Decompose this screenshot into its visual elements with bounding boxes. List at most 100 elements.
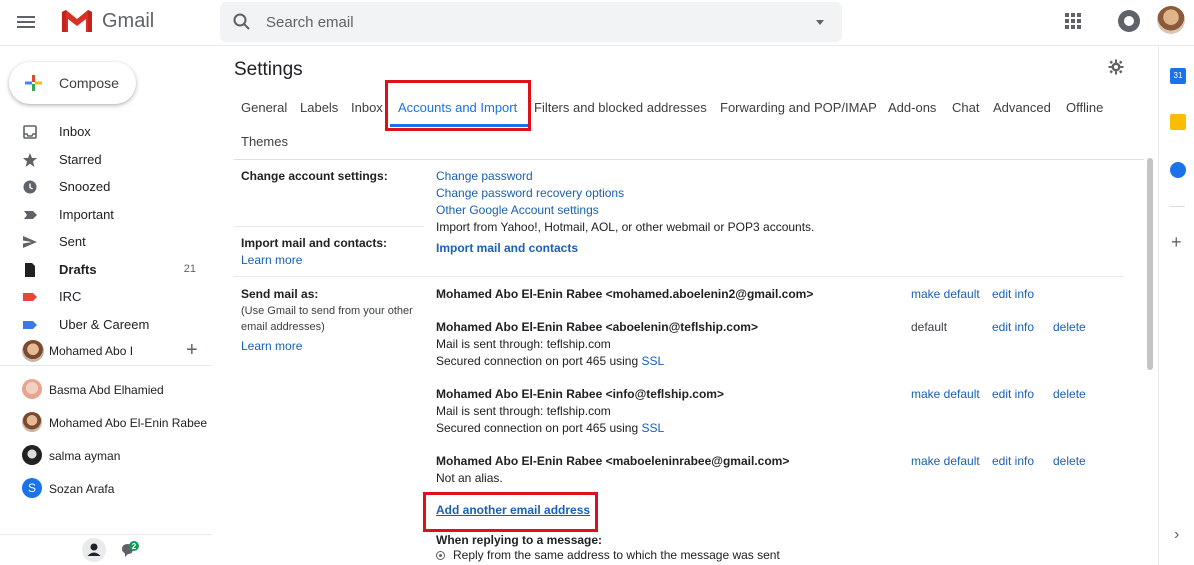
delete-link[interactable]: delete — [1053, 454, 1086, 468]
change-password-link[interactable]: Change password — [436, 169, 533, 183]
compose-plus-icon — [23, 73, 43, 98]
gmail-logo[interactable]: Gmail — [60, 8, 154, 34]
tab-forwarding[interactable]: Forwarding and POP/IMAP — [720, 100, 877, 115]
tab-general[interactable]: General — [241, 100, 287, 115]
label-red-icon — [23, 293, 37, 301]
tab-themes[interactable]: Themes — [241, 134, 288, 149]
hangouts-user-name: Mohamed Abo I — [49, 344, 134, 358]
sidebar-item-label: Drafts — [59, 261, 97, 277]
contact-name: salma ayman — [49, 449, 121, 463]
clock-icon — [23, 180, 37, 194]
chevron-right-icon[interactable]: › — [1174, 526, 1179, 544]
get-add-ons-plus-icon[interactable]: + — [1171, 232, 1182, 253]
highlight-accounts-tab — [385, 80, 531, 131]
chat-badge: 2 — [132, 542, 137, 551]
alias-security-text: Secured connection on port 465 using — [436, 354, 642, 368]
make-default-link[interactable]: make default — [911, 287, 980, 301]
divider — [234, 226, 424, 227]
avatar — [22, 412, 42, 432]
calendar-icon[interactable]: 31 — [1170, 68, 1186, 84]
change-recovery-link[interactable]: Change password recovery options — [436, 186, 624, 200]
send-mail-learn-more-link[interactable]: Learn more — [241, 339, 302, 353]
import-mail-button[interactable]: Import mail and contacts — [436, 241, 578, 255]
reply-same-address-radio[interactable] — [436, 551, 445, 560]
avatar — [22, 445, 42, 465]
alias-server: Mail is sent through: teflship.com — [436, 404, 611, 418]
side-panel: 31 + › — [1158, 46, 1194, 565]
main-menu-icon[interactable] — [14, 10, 38, 34]
edit-info-link[interactable]: edit info — [992, 320, 1034, 334]
list-item[interactable]: S Sozan Arafa — [0, 473, 212, 506]
avatar — [22, 379, 42, 399]
tab-chat[interactable]: Chat — [952, 100, 979, 115]
account-avatar[interactable] — [1157, 6, 1185, 34]
send-mail-as-description: (Use Gmail to send from your other email… — [241, 305, 413, 333]
sidebar-item-label: Uber & Careem — [59, 316, 150, 332]
import-note: Import from Yahoo!, Hotmail, AOL, or oth… — [436, 220, 815, 234]
folder-list: Inbox Starred Snoozed Important Sent Dra… — [0, 118, 212, 338]
avatar — [22, 340, 44, 362]
list-item[interactable]: salma ayman — [0, 440, 212, 473]
ssl-link[interactable]: SSL — [641, 354, 664, 368]
reply-heading: When replying to a message: — [436, 533, 603, 547]
tab-add-ons[interactable]: Add-ons — [888, 100, 936, 115]
alias-note: Not an alias. — [436, 471, 503, 485]
make-default-link[interactable]: make default — [911, 454, 980, 468]
gear-icon[interactable] — [1108, 59, 1124, 80]
sidebar-item-drafts[interactable]: Drafts 21 — [0, 256, 212, 284]
sidebar-item-starred[interactable]: Starred — [0, 146, 212, 174]
sidebar-item-irc[interactable]: IRC — [0, 283, 212, 311]
tabs-divider — [234, 159, 1144, 160]
delete-link[interactable]: delete — [1053, 387, 1086, 401]
sidebar-item-label: Sent — [59, 234, 86, 250]
ssl-link[interactable]: SSL — [641, 421, 664, 435]
sidebar-item-uber-careem[interactable]: Uber & Careem — [0, 311, 212, 339]
google-account-link[interactable]: Other Google Account settings — [436, 203, 599, 217]
tab-labels[interactable]: Labels — [300, 100, 338, 115]
contact-name: Mohamed Abo El-Enin Rabee — [49, 416, 208, 430]
tab-filters[interactable]: Filters and blocked addresses — [534, 100, 707, 115]
inbox-icon — [23, 125, 37, 139]
sidebar-item-label: Starred — [59, 151, 102, 167]
person-icon[interactable] — [82, 538, 106, 562]
app-name: Gmail — [102, 9, 155, 32]
page-title: Settings — [234, 59, 303, 80]
list-item[interactable]: Mohamed Abo El-Enin Rabee — [0, 407, 212, 440]
hangouts-user[interactable]: Mohamed Abo I + — [0, 336, 212, 366]
top-bar: Gmail — [0, 0, 1194, 46]
sidebar-item-important[interactable]: Important — [0, 201, 212, 229]
edit-info-link[interactable]: edit info — [992, 454, 1034, 468]
edit-info-link[interactable]: edit info — [992, 387, 1034, 401]
sidebar-item-snoozed[interactable]: Snoozed — [0, 173, 212, 201]
sidebar-item-inbox[interactable]: Inbox — [0, 118, 212, 146]
apps-grid-icon[interactable] — [1064, 12, 1082, 35]
delete-link[interactable]: delete — [1053, 320, 1086, 334]
sidebar-item-sent[interactable]: Sent — [0, 228, 212, 256]
make-default-link[interactable]: make default — [911, 387, 980, 401]
tab-inbox[interactable]: Inbox — [351, 100, 383, 115]
tab-advanced[interactable]: Advanced — [993, 100, 1051, 115]
avatar: S — [22, 478, 42, 498]
tab-offline[interactable]: Offline — [1066, 100, 1103, 115]
notifications-icon[interactable] — [1118, 10, 1140, 32]
list-item[interactable]: Basma Abd Elhamied — [0, 374, 212, 407]
keep-icon[interactable] — [1170, 114, 1186, 130]
import-learn-more-link[interactable]: Learn more — [241, 253, 302, 267]
sidebar-item-label: Important — [59, 206, 114, 222]
left-sidebar: Compose Inbox Starred Snoozed Important … — [0, 46, 212, 565]
scrollbar-thumb[interactable] — [1147, 158, 1153, 370]
highlight-add-email — [423, 492, 598, 532]
search-input[interactable] — [266, 2, 786, 42]
new-conversation-plus-icon[interactable]: + — [186, 339, 198, 362]
compose-button[interactable]: Compose — [9, 62, 136, 104]
chat-bubble-icon[interactable]: 2 — [119, 540, 141, 565]
scrollbar[interactable] — [1144, 158, 1156, 565]
alias-address: Mohamed Abo El-Enin Rabee <maboeleninrab… — [436, 454, 790, 468]
drafts-count: 21 — [183, 263, 196, 276]
contact-name: Sozan Arafa — [49, 482, 115, 496]
search-icon[interactable] — [232, 12, 252, 37]
label-blue-icon — [23, 320, 37, 329]
edit-info-link[interactable]: edit info — [992, 287, 1034, 301]
tasks-icon[interactable] — [1170, 162, 1186, 178]
search-options-caret-icon[interactable] — [816, 20, 824, 25]
